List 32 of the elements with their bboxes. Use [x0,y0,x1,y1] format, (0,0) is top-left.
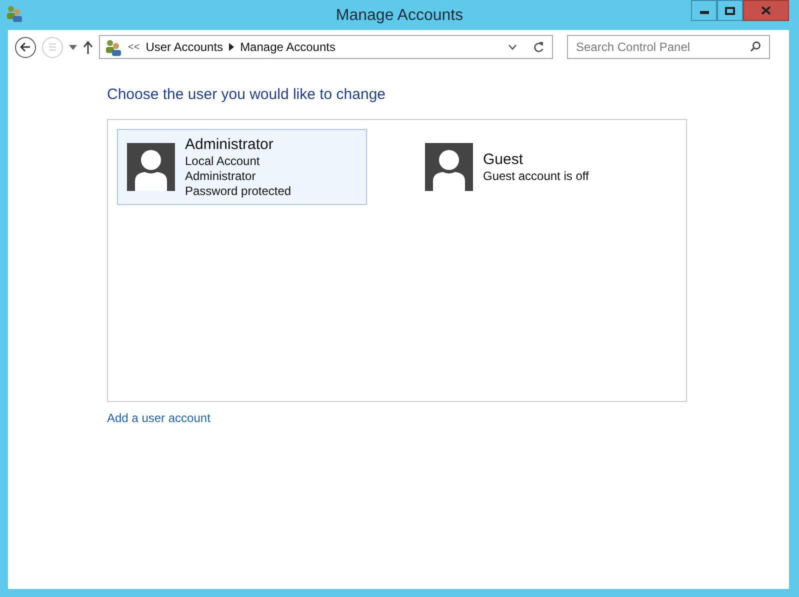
account-tile[interactable]: Guest Guest account is off [415,128,665,204]
account-detail: Guest account is off [483,168,589,184]
account-detail: Password protected [185,184,292,198]
overflow-chevron[interactable]: << [128,40,140,54]
chevron-down-icon[interactable] [508,44,517,50]
breadcrumb[interactable]: Manage Accounts [240,38,336,56]
account-name: Guest [483,150,524,168]
window-title: Manage Accounts [336,6,464,26]
minimize-button[interactable] [691,0,717,21]
search-icon[interactable] [750,41,761,52]
refresh-icon[interactable] [533,41,544,53]
close-button[interactable] [743,0,789,21]
dropdown-icon[interactable] [69,44,77,50]
users-icon [104,38,122,56]
account-name: Administrator [185,134,274,154]
back-arrow-icon [20,42,31,52]
address-bar[interactable]: << User Accounts Manage Accounts [99,35,553,59]
search-field[interactable]: Search Control Panel [567,35,770,59]
up-arrow-icon[interactable] [83,40,93,54]
separator-arrow-icon[interactable] [229,43,234,51]
breadcrumb[interactable]: User Accounts [146,38,224,56]
page-heading: Choose the user you would like to change [107,85,387,105]
users-icon [5,4,23,22]
user-avatar-icon [127,142,175,190]
back-button[interactable] [15,36,36,58]
user-avatar-icon [425,142,473,190]
add-user-link[interactable]: Add a user account [107,408,210,426]
maximize-button[interactable] [717,0,743,21]
close-icon [761,6,771,15]
account-tile[interactable]: Administrator Local Account Administrator Password protected [117,128,367,204]
account-detail: Administrator [185,168,257,184]
account-detail: Local Account [185,154,261,168]
